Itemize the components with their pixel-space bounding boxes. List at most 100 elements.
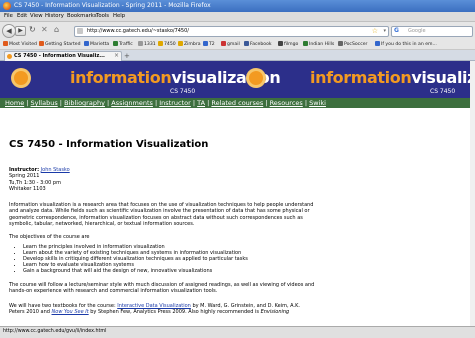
- bookmarks-toolbar: Most Visited Getting Started Marietta Tr…: [0, 39, 475, 50]
- menu-view[interactable]: View: [30, 13, 43, 19]
- new-tab-icon[interactable]: +: [124, 52, 130, 60]
- bookmark-facebook[interactable]: Facebook: [244, 41, 272, 47]
- reload-icon[interactable]: ↻: [29, 25, 36, 34]
- bookmark-t2[interactable]: T2: [203, 41, 215, 47]
- infovis-banner: informationvisualization CS 7450 informa…: [0, 61, 475, 98]
- navigation-toolbar: ◀ ▶ ↻ ✕ ⌂ http://www.cc.gatech.edu/~stas…: [0, 22, 475, 39]
- vertical-scrollbar[interactable]: [470, 61, 475, 326]
- bookmark-icon: [278, 41, 283, 46]
- back-arrow-icon: ◀: [6, 27, 12, 35]
- format-paragraph: The course will follow a lecture/seminar…: [9, 282, 449, 295]
- bookmark-icon: [158, 41, 163, 46]
- bookmark-gmail[interactable]: gmail: [221, 41, 240, 47]
- menu-help[interactable]: Help: [113, 13, 125, 19]
- nav-bibliography-link[interactable]: Bibliography: [64, 99, 105, 107]
- forward-arrow-icon: ▶: [18, 27, 23, 34]
- instructor-link[interactable]: John Stasko: [41, 167, 70, 173]
- tab-favicon-icon: [7, 54, 12, 59]
- menu-history[interactable]: History: [45, 13, 64, 19]
- search-placeholder: Google: [408, 28, 426, 34]
- textbook-link-nysi[interactable]: Now You See It: [52, 309, 89, 315]
- url-dropdown-icon[interactable]: ▾: [383, 28, 386, 34]
- firefox-icon: [3, 2, 11, 10]
- intro-line: symbolic, tabular, networked, hierarchic…: [9, 220, 195, 227]
- intro-paragraph: Information visualization is a research …: [9, 202, 449, 227]
- infovis-logo-icon: [14, 71, 28, 85]
- bookmark-icon: [3, 41, 8, 46]
- course-info: Instructor: John Stasko Spring 2011 Tu,T…: [9, 167, 70, 192]
- bookmark-icon: [221, 41, 226, 46]
- menu-bookmarks[interactable]: Bookmarks: [67, 13, 97, 19]
- bookmark-pocsoccer[interactable]: PocSoccer: [338, 41, 367, 47]
- banner-logo-text: informationvisualization: [310, 68, 475, 87]
- search-bar[interactable]: G Google: [391, 26, 473, 37]
- objective-item: Gain a background that will aid the desi…: [23, 268, 449, 275]
- menu-tools[interactable]: Tools: [96, 13, 109, 19]
- time-text: Tu,Th 1:30 - 3:00 pm: [9, 179, 61, 186]
- instructor-label: Instructor:: [9, 167, 40, 173]
- bookmark-1331[interactable]: 1331: [138, 41, 156, 47]
- nav-syllabus-link[interactable]: Syllabus: [31, 99, 58, 107]
- banner-course-label: CS 7450: [430, 88, 456, 95]
- bookmark-em[interactable]: If you do this in an em...: [375, 41, 437, 47]
- close-tab-icon[interactable]: ×: [114, 52, 119, 59]
- course-nav-row: Home | Syllabus | Bibliography | Assignm…: [5, 99, 326, 107]
- bookmark-filmgo[interactable]: filmgo: [278, 41, 298, 47]
- nav-resources-link[interactable]: Resources: [270, 99, 303, 107]
- bookmark-icon: [39, 41, 44, 46]
- bookmark-traffic[interactable]: Traffic: [113, 41, 133, 47]
- nav-assignments-link[interactable]: Assignments: [111, 99, 153, 107]
- format-line: hands-on experience with research and co…: [9, 288, 218, 295]
- bookmark-icon: [375, 41, 380, 46]
- nav-swiki-link[interactable]: Swiki: [309, 99, 326, 107]
- forward-button[interactable]: ▶: [15, 26, 26, 36]
- nav-ta-link[interactable]: TA: [197, 99, 205, 107]
- home-icon[interactable]: ⌂: [54, 25, 59, 34]
- nav-home-link[interactable]: Home: [5, 99, 24, 107]
- banner-course-label: CS 7450: [170, 88, 196, 95]
- infovis-logo-icon: [249, 71, 263, 85]
- stop-icon[interactable]: ✕: [41, 25, 48, 34]
- bookmark-icon: [338, 41, 343, 46]
- bookmark-most-visited[interactable]: Most Visited: [3, 41, 37, 47]
- page-title: CS 7450 - Information Visualization: [9, 139, 209, 150]
- url-text: http://www.cc.gatech.edu/~stasko/7450/: [87, 28, 189, 34]
- textbooks-paragraph: We will have two textbooks for the cours…: [9, 303, 449, 316]
- status-text: http://www.cc.gatech.edu/gvu/ii/index.ht…: [3, 329, 107, 334]
- tab-cs7450[interactable]: CS 7450 - Information Visualiz... ×: [4, 51, 122, 61]
- bookmark-zimbra[interactable]: Zimbra: [178, 41, 201, 47]
- bookmark-indian-hills[interactable]: Indian Hills: [303, 41, 334, 47]
- textbooks-line: Peters 2010 and Now You See It by Stephe…: [9, 309, 290, 316]
- bookmark-7450[interactable]: 7450: [158, 41, 176, 47]
- bookmark-icon: [244, 41, 249, 46]
- bookmark-getting-started[interactable]: Getting Started: [39, 41, 81, 47]
- site-identity-icon[interactable]: [77, 28, 83, 34]
- menu-bar: File Edit View History Bookmarks Tools H…: [0, 12, 475, 22]
- banner-left: informationvisualization CS 7450: [0, 61, 281, 98]
- bookmark-icon: [113, 41, 118, 46]
- address-bar[interactable]: http://www.cc.gatech.edu/~stasko/7450/ ☆…: [74, 26, 389, 37]
- back-button[interactable]: ◀: [2, 24, 16, 38]
- bookmark-icon: [138, 41, 143, 46]
- course-nav: Home | Syllabus | Bibliography | Assignm…: [0, 98, 475, 108]
- bookmark-icon: [203, 41, 208, 46]
- textbook-link-idv[interactable]: Interactive Data Visualization: [117, 303, 191, 309]
- room-text: Whitaker 1103: [9, 185, 46, 192]
- menu-file[interactable]: File: [4, 13, 13, 19]
- window-title: CS 7450 - Information Visualization - Sp…: [14, 2, 211, 9]
- bookmark-marietta[interactable]: Marietta: [84, 41, 109, 47]
- menu-edit[interactable]: Edit: [17, 13, 27, 19]
- banner-right: informationvisualization CS 7450: [237, 61, 475, 98]
- bookmark-icon: [303, 41, 308, 46]
- window-titlebar: CS 7450 - Information Visualization - Sp…: [0, 0, 475, 12]
- nav-instructor-link[interactable]: Instructor: [159, 99, 191, 107]
- search-engine-icon[interactable]: G: [394, 27, 399, 34]
- nav-related-courses-link[interactable]: Related courses: [211, 99, 263, 107]
- bookmark-star-icon[interactable]: ☆: [372, 27, 378, 35]
- tab-label: CS 7450 - Information Visualiz...: [14, 53, 105, 59]
- objectives-intro: The objectives of the course are: [9, 234, 90, 240]
- objectives-list: Learn the principles involved in informa…: [9, 244, 449, 275]
- bookmark-icon: [178, 41, 183, 46]
- tab-bar: CS 7450 - Information Visualiz... × +: [0, 50, 475, 61]
- bookmark-icon: [84, 41, 89, 46]
